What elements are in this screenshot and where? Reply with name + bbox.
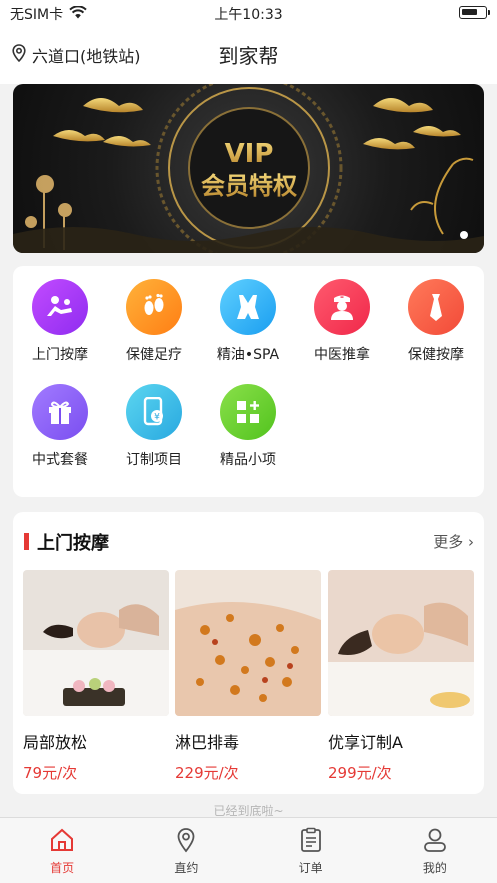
service-name: 局部放松 [23,733,88,752]
clipboard-icon [298,827,324,857]
more-label: 更多 [433,533,464,551]
category-package[interactable]: 中式套餐 [13,384,107,469]
promo-banner[interactable]: VIP 会员特权 [13,84,484,253]
gift-icon [32,384,88,440]
service-card[interactable]: 优享订制A 299元/次 [328,570,474,783]
category-custom[interactable]: ¥ 订制项目 [107,384,201,469]
home-icon [49,828,75,857]
category-tcm[interactable]: 中医推拿 [295,279,389,364]
category-label: 上门按摩 [32,347,88,363]
service-photo [23,570,169,716]
phone-yen-icon: ¥ [126,384,182,440]
battery-icon [459,6,490,19]
grid-plus-icon [220,384,276,440]
tab-label: 我的 [422,861,447,875]
page-title: 到家帮 [218,44,279,68]
category-massage[interactable]: 上门按摩 [13,279,107,364]
tab-label: 直约 [174,861,199,875]
tab-appointment[interactable]: 直约 [124,818,248,883]
footprints-icon [126,279,182,335]
tab-home[interactable]: 首页 [0,818,124,883]
status-bar: 无SIM卡 上午10:33 [0,0,497,26]
status-time: 上午10:33 [214,7,283,23]
location-pin-icon [173,828,199,857]
carousel-indicator[interactable] [460,231,468,239]
service-card[interactable]: 局部放松 79元/次 [23,570,169,783]
service-photo [328,570,474,716]
massage-icon [32,279,88,335]
category-label: 中式套餐 [32,452,88,468]
category-boutique[interactable]: 精品小项 [201,384,295,469]
category-label: 保健按摩 [408,347,464,363]
more-link[interactable]: 更多 › [433,531,474,552]
category-label: 保健足疗 [126,347,182,363]
service-price: 79元/次 [23,764,78,782]
banner-artwork: VIP 会员特权 [13,84,484,253]
tab-mine[interactable]: 我的 [373,818,497,883]
category-health-massage[interactable]: 保健按摩 [389,279,483,364]
bottom-tab-bar: 首页 直约 订单 我的 [0,817,497,883]
service-name: 淋巴排毒 [175,733,240,752]
service-card[interactable]: 淋巴排毒 229元/次 [175,570,321,783]
category-label: 订制项目 [126,452,182,468]
category-label: 中医推拿 [314,347,370,363]
doctor-icon [314,279,370,335]
tab-label: 首页 [50,861,75,875]
svg-text:¥: ¥ [154,413,160,423]
tie-icon [408,279,464,335]
header: 六道口(地铁站) 到家帮 [0,26,497,84]
swimsuit-icon [220,279,276,335]
section-title: 上门按摩 [37,533,109,554]
banner-line2: 会员特权 [201,172,297,200]
service-price: 299元/次 [328,764,392,782]
category-grid: 上门按摩 保健足疗 精油•SPA 中医推拿 保健按摩 中式套餐 ¥ 订制项目 精… [13,266,484,497]
category-spa[interactable]: 精油•SPA [201,279,295,364]
tab-label: 订单 [298,861,323,875]
massage-section: 上门按摩 更多 › 局部放松 79元/次 淋巴排毒 229元/次 优享订制A 2… [13,512,484,794]
category-foot[interactable]: 保健足疗 [107,279,201,364]
chevron-right-icon: › [468,533,474,551]
category-label: 精品小项 [220,452,276,468]
banner-line1: VIP [225,139,274,169]
service-name: 优享订制A [328,733,403,752]
category-label: 精油•SPA [216,347,280,363]
service-photo [175,570,321,716]
service-price: 229元/次 [175,764,239,782]
user-icon [422,828,448,857]
section-accent-bar [24,533,29,550]
tab-orders[interactable]: 订单 [249,818,373,883]
